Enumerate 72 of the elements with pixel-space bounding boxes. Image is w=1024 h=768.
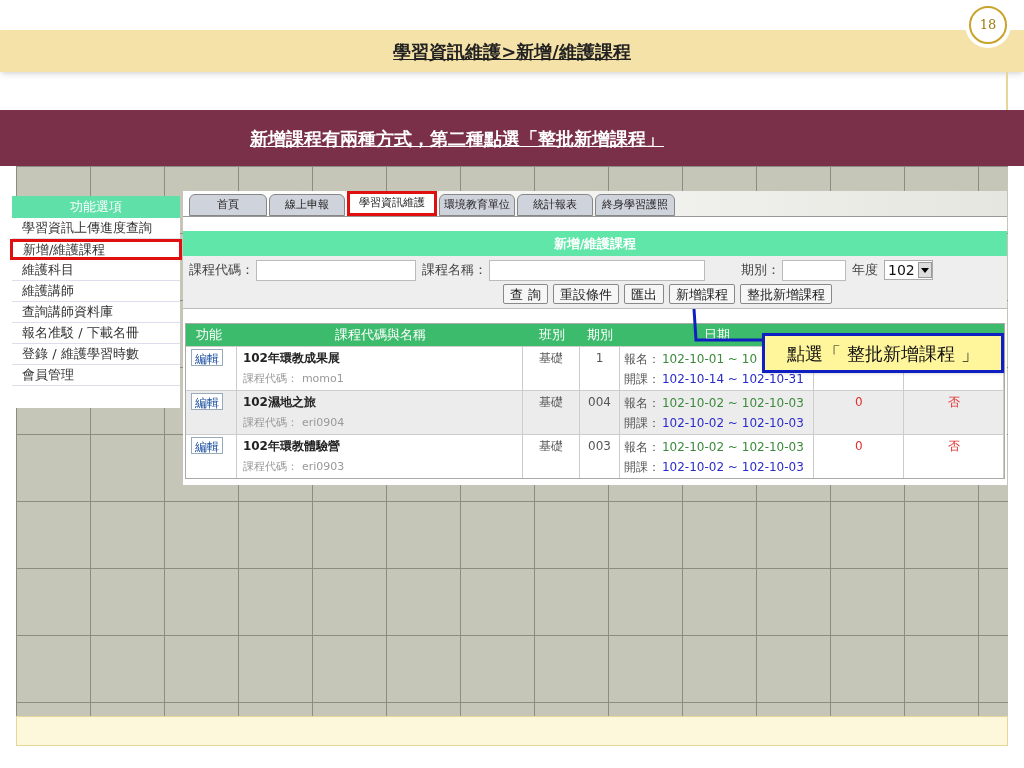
course-name: 102年環教體驗營 <box>242 438 341 455</box>
edit-button[interactable]: 編輯 <box>191 437 223 454</box>
sidebar-item[interactable]: 新增/維護課程 <box>10 239 182 260</box>
sidebar-item[interactable]: 會員管理 <box>12 365 180 386</box>
course-code: eri0904 <box>301 414 345 431</box>
table-cell: 0 <box>855 439 863 453</box>
course-name: 102濕地之旅 <box>242 394 317 411</box>
tab[interactable]: 統計報表 <box>517 194 593 216</box>
table-cell: 基礎 <box>539 395 564 409</box>
column-header: 課程代碼與名稱 <box>334 326 426 345</box>
column-header: 功能 <box>196 326 222 345</box>
edit-button[interactable]: 編輯 <box>191 349 223 366</box>
field-label: 課程代碼： <box>189 261 254 280</box>
tab[interactable]: 首頁 <box>189 194 267 216</box>
sidebar-item[interactable]: 報名准駁 / 下載名冊 <box>12 323 180 344</box>
dropdown-icon <box>917 262 932 278</box>
text-field[interactable] <box>489 259 705 281</box>
edit-button[interactable]: 編輯 <box>191 393 223 410</box>
button[interactable]: 整批新增課程 <box>739 284 832 304</box>
open-dates: 102-10-02 ~ 102-10-03 <box>661 415 804 432</box>
column-header: 班別 <box>538 326 565 345</box>
column-header: 期別 <box>587 326 613 345</box>
callout: 點選「 整批新增課程 」 <box>762 333 1004 373</box>
enroll-dates: 102-10-02 ~ 102-10-03 <box>661 395 804 412</box>
table-cell: 004 <box>588 395 611 409</box>
open-dates: 102-10-14 ~ 102-10-31 <box>661 371 804 388</box>
tab[interactable]: 終身學習護照 <box>595 194 675 216</box>
enroll-dates: 102-10-01 ~ 10 <box>661 351 757 368</box>
date-label: 報名： <box>623 395 660 412</box>
table-cell: 基礎 <box>539 351 564 365</box>
sidebar-item[interactable]: 維護講師 <box>12 281 180 302</box>
sidebar-item[interactable]: 學習資訊上傳進度查詢 <box>12 218 180 239</box>
date-label: 報名： <box>623 351 660 368</box>
button[interactable]: 重設條件 <box>552 284 619 304</box>
enroll-dates: 102-10-02 ~ 102-10-03 <box>661 439 804 456</box>
table-cell: 基礎 <box>539 439 564 453</box>
sidebar-title: 功能選項 <box>12 196 180 218</box>
slide-title: 學習資訊維護>新增/維護課程 <box>393 39 631 64</box>
open-dates: 102-10-02 ~ 102-10-03 <box>661 459 804 476</box>
text-field[interactable] <box>782 259 846 281</box>
sidebar-item[interactable]: 查詢講師資料庫 <box>12 302 180 323</box>
date-label: 開課： <box>623 371 660 388</box>
sidebar-item[interactable]: 維護科目 <box>12 260 180 281</box>
table-cell: 否 <box>947 439 960 453</box>
code-label: 課程代碼： <box>242 414 298 431</box>
tab[interactable]: 線上申報 <box>269 194 345 216</box>
button[interactable]: 查 詢 <box>503 284 548 304</box>
course-code: momo1 <box>301 370 344 387</box>
button[interactable]: 新增課程 <box>668 284 735 304</box>
sidebar-item[interactable]: 登錄 / 維護學習時數 <box>12 344 180 365</box>
code-label: 課程代碼： <box>242 458 298 475</box>
field-label: 年度 <box>852 261 878 280</box>
date-label: 報名： <box>623 439 660 456</box>
date-label: 開課： <box>623 415 660 432</box>
course-name: 102年環教成果展 <box>242 350 341 367</box>
table-cell: 003 <box>588 439 611 453</box>
page-number: 18 <box>969 6 1007 44</box>
text-field[interactable] <box>256 259 416 281</box>
tab[interactable]: 學習資訊維護 <box>347 191 437 216</box>
field-label: 課程名稱： <box>422 261 487 280</box>
code-label: 課程代碼： <box>242 370 298 387</box>
panel-title: 新增/維護課程 <box>183 231 1007 256</box>
year-select[interactable]: 102 <box>884 260 933 280</box>
date-label: 開課： <box>623 459 660 476</box>
table-cell: 1 <box>595 351 604 365</box>
slide-subtitle: 新增課程有兩種方式，第二種點選「整批新增課程」 <box>250 126 664 151</box>
table-cell: 0 <box>855 395 863 409</box>
course-code: eri0903 <box>301 458 345 475</box>
table-cell: 否 <box>947 395 960 409</box>
tab[interactable]: 環境教育單位 <box>439 194 515 216</box>
field-label: 期別： <box>741 261 780 280</box>
button[interactable]: 匯出 <box>623 284 664 304</box>
